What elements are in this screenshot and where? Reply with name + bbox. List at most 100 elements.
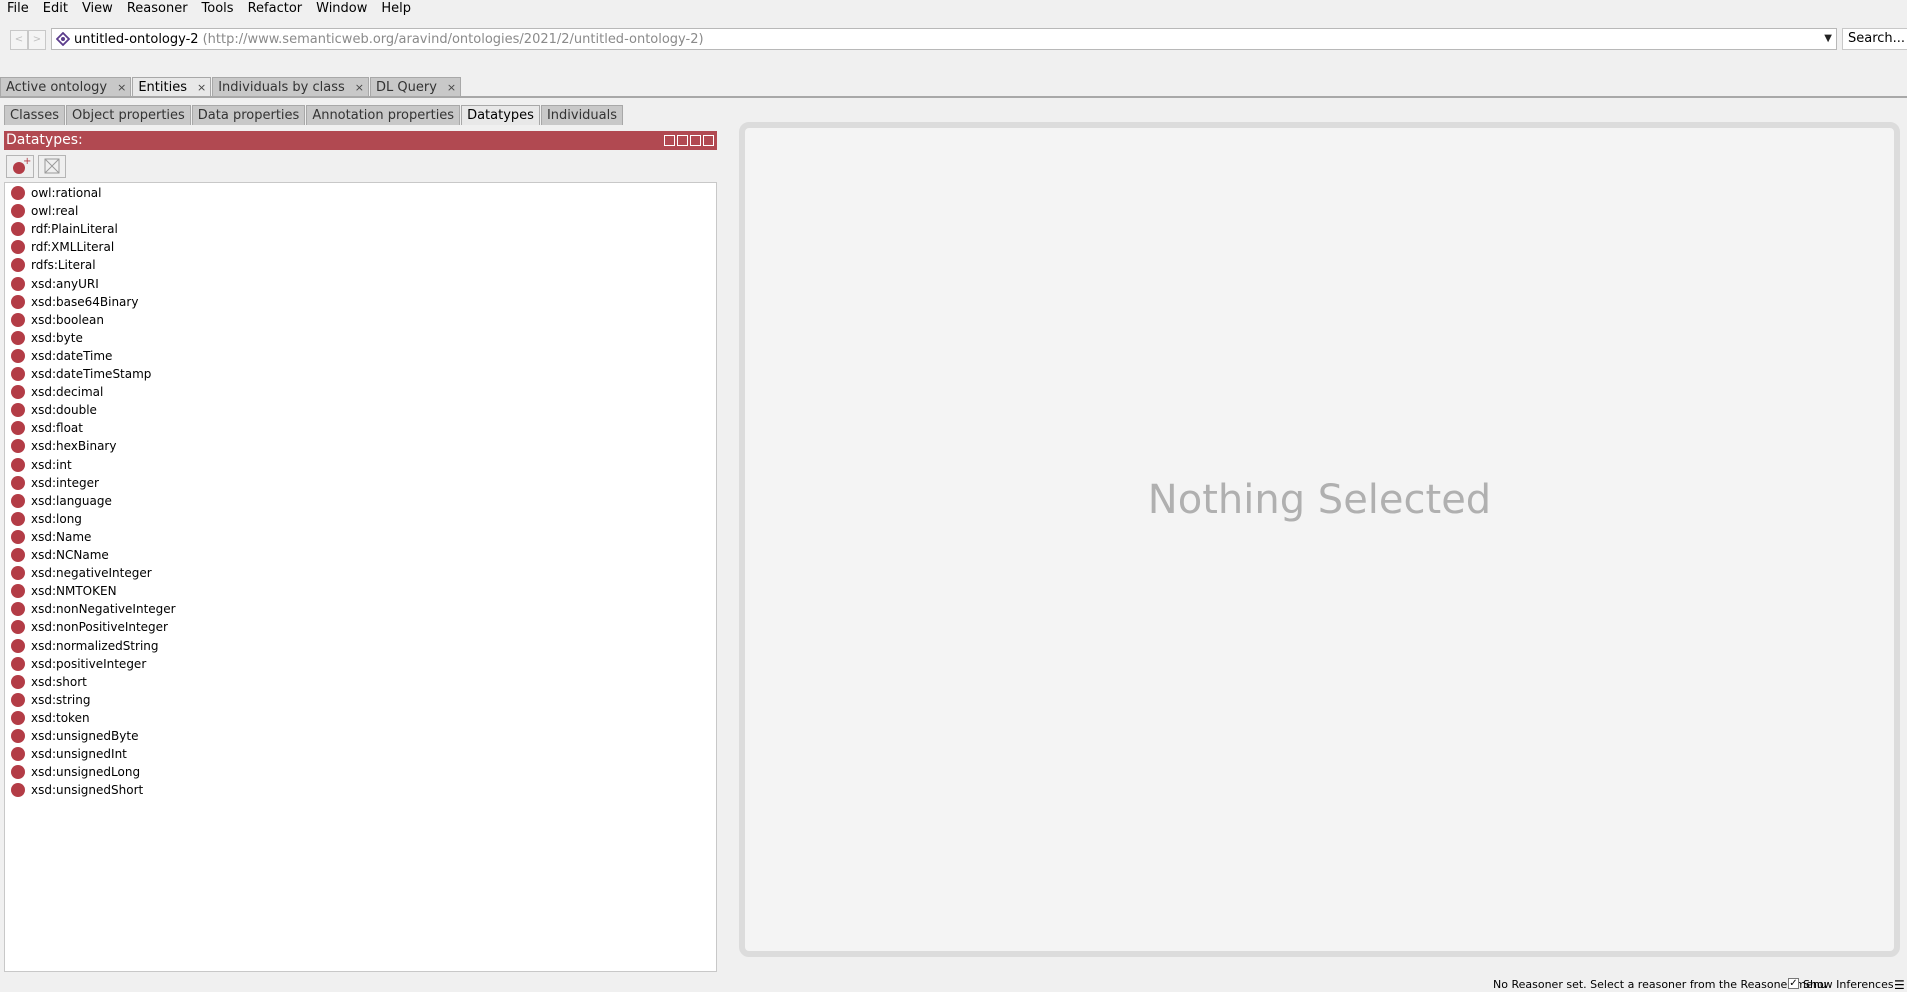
list-item[interactable]: xsd:unsignedShort: [7, 781, 143, 799]
forward-button[interactable]: >: [28, 30, 46, 50]
datatype-icon: [11, 692, 25, 707]
datatype-label: xsd:NMTOKEN: [31, 584, 117, 599]
datatype-list: owl:rational owl:real rdf:PlainLiteral rdf:…: [4, 182, 717, 972]
list-item[interactable]: rdf:PlainLiteral: [7, 220, 118, 238]
list-item[interactable]: xsd:nonPositiveInteger: [7, 618, 168, 636]
tab-classes[interactable]: Classes: [4, 105, 65, 125]
tab-data-properties[interactable]: Data properties: [191, 105, 306, 125]
datatype-label: xsd:long: [31, 511, 82, 526]
list-item[interactable]: xsd:language: [7, 492, 112, 510]
tab-object-properties[interactable]: Object properties: [65, 105, 191, 125]
list-item[interactable]: xsd:hexBinary: [7, 437, 116, 455]
list-item[interactable]: xsd:negativeInteger: [7, 564, 152, 582]
list-item[interactable]: rdfs:Literal: [7, 256, 96, 274]
datatype-icon: [11, 222, 25, 237]
minimize-icon[interactable]: [677, 135, 688, 146]
menu-refactor[interactable]: Refactor: [240, 0, 309, 18]
datatype-icon: [11, 729, 25, 743]
list-item[interactable]: xsd:float: [7, 419, 83, 437]
datatype-icon: [11, 348, 25, 363]
close-icon[interactable]: ×: [117, 78, 126, 98]
tab-label: Active ontology: [6, 79, 108, 95]
menu-tools[interactable]: Tools: [194, 0, 240, 18]
list-item[interactable]: xsd:decimal: [7, 383, 103, 401]
status-bar: No Reasoner set. Select a reasoner from …: [0, 976, 1907, 992]
list-item[interactable]: xsd:dateTime: [7, 347, 112, 365]
list-item[interactable]: xsd:dateTimeStamp: [7, 365, 151, 383]
close-icon[interactable]: ×: [355, 78, 364, 98]
list-item[interactable]: xsd:integer: [7, 474, 99, 492]
list-item[interactable]: xsd:NCName: [7, 546, 109, 564]
datatype-icon: [11, 747, 25, 762]
datatype-label: xsd:dateTimeStamp: [31, 367, 152, 381]
datatype-label: xsd:dateTime: [31, 348, 113, 363]
ontology-name: untitled-ontology-2: [74, 32, 199, 47]
datatype-label: xsd:short: [31, 674, 87, 689]
datatype-label: xsd:base64Binary: [31, 294, 139, 309]
close-view-icon[interactable]: [703, 135, 714, 146]
menu-icon[interactable]: ☰: [1894, 978, 1905, 992]
delete-datatype-button[interactable]: [38, 155, 66, 178]
datatypes-panel-header: Datatypes:: [4, 131, 717, 150]
search-button[interactable]: Search...: [1842, 28, 1907, 50]
datatype-label: xsd:positiveInteger: [31, 656, 147, 671]
show-inferences-checkbox[interactable]: ✓: [1788, 978, 1799, 989]
tab-label: Entities: [138, 79, 187, 95]
list-item[interactable]: xsd:unsignedByte: [7, 727, 138, 745]
list-item[interactable]: xsd:double: [7, 401, 97, 419]
list-item[interactable]: xsd:boolean: [7, 311, 104, 329]
back-button[interactable]: <: [10, 30, 28, 50]
list-item[interactable]: xsd:byte: [7, 329, 83, 347]
menu-edit[interactable]: Edit: [35, 0, 74, 18]
list-item[interactable]: owl:rational: [7, 184, 102, 202]
list-item[interactable]: xsd:anyURI: [7, 275, 99, 293]
split-view-icon[interactable]: [664, 135, 675, 146]
list-item[interactable]: xsd:token: [7, 709, 90, 727]
list-item[interactable]: xsd:NMTOKEN: [7, 582, 117, 600]
datatypes-toolbar: +: [4, 153, 717, 181]
list-item[interactable]: xsd:long: [7, 510, 82, 528]
tab-individuals-by-class[interactable]: Individuals by class ×: [212, 77, 369, 97]
list-item[interactable]: xsd:unsignedInt: [7, 745, 127, 763]
tab-dl-query[interactable]: DL Query ×: [370, 77, 462, 98]
list-item[interactable]: xsd:nonNegativeInteger: [7, 600, 176, 618]
menu-window[interactable]: Window: [308, 0, 373, 18]
datatype-label: xsd:unsignedInt: [31, 747, 127, 762]
list-item[interactable]: xsd:unsignedLong: [7, 763, 140, 781]
datatype-label: owl:real: [31, 204, 79, 219]
menu-view[interactable]: View: [74, 0, 119, 18]
menu-reasoner[interactable]: Reasoner: [119, 0, 194, 18]
list-item[interactable]: rdf:XMLLiteral: [7, 238, 114, 256]
list-item[interactable]: xsd:int: [7, 456, 72, 474]
datatype-label: xsd:boolean: [31, 312, 104, 327]
datatype-icon: [11, 330, 25, 345]
close-icon[interactable]: ×: [197, 78, 206, 98]
ontology-selector[interactable]: untitled-ontology-2 (http://www.semanticw…: [51, 28, 1837, 50]
list-item[interactable]: xsd:short: [7, 673, 87, 691]
list-item[interactable]: xsd:string: [7, 691, 90, 709]
tab-individuals[interactable]: Individuals: [540, 105, 624, 125]
maximize-icon[interactable]: [690, 135, 701, 146]
datatype-icon: [11, 566, 25, 581]
list-item[interactable]: xsd:base64Binary: [7, 293, 138, 311]
tab-datatypes[interactable]: Datatypes: [461, 105, 540, 125]
chevron-down-icon[interactable]: ▼: [1824, 33, 1832, 44]
datatype-label: xsd:hexBinary: [31, 439, 117, 454]
list-item[interactable]: owl:real: [7, 202, 78, 220]
list-item[interactable]: xsd:positiveInteger: [7, 655, 146, 673]
tab-annotation-properties[interactable]: Annotation properties: [306, 105, 461, 125]
datatype-label: xsd:double: [31, 403, 97, 418]
datatype-label: xsd:token: [31, 710, 90, 725]
list-item[interactable]: xsd:Name: [7, 528, 91, 546]
tab-entities[interactable]: Entities ×: [132, 77, 212, 98]
close-icon[interactable]: ×: [447, 78, 456, 98]
entity-tabs: Classes Object properties Data propertie…: [4, 105, 624, 125]
add-datatype-button[interactable]: +: [6, 155, 34, 178]
tab-active-ontology[interactable]: Active ontology ×: [0, 77, 132, 98]
datatype-icon: [11, 493, 25, 508]
datatype-icon: [11, 367, 25, 381]
menu-file[interactable]: File: [0, 0, 35, 18]
datatype-label: rdf:XMLLiteral: [31, 240, 115, 255]
list-item[interactable]: xsd:normalizedString: [7, 637, 159, 655]
menu-help[interactable]: Help: [373, 0, 417, 18]
